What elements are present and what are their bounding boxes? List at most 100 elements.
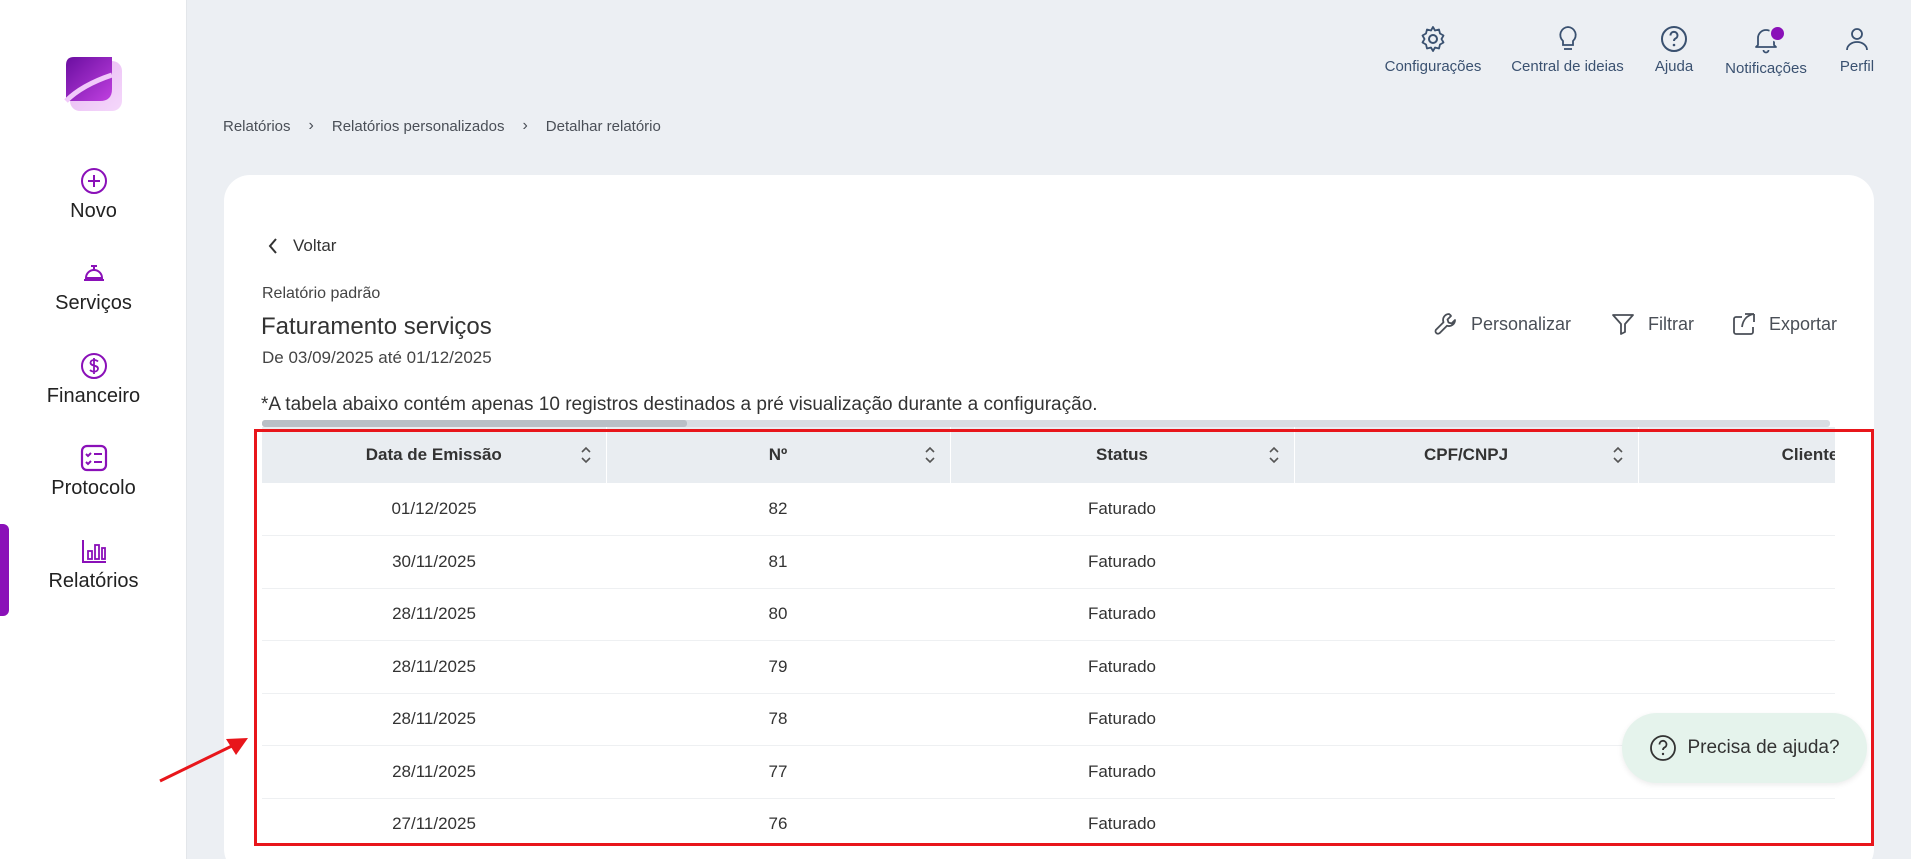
scrollbar-thumb[interactable] bbox=[262, 420, 687, 427]
help-label: Precisa de ajuda? bbox=[1687, 737, 1840, 758]
report-table: Data de Emissão Nº Status CPF/CNPJ Clien… bbox=[262, 427, 1835, 840]
column-header-label: Status bbox=[1096, 445, 1148, 464]
cell-data-emissao: 27/11/2025 bbox=[262, 798, 606, 840]
sidebar-item-label: Protocolo bbox=[51, 477, 136, 499]
cell-numero: 77 bbox=[606, 745, 950, 799]
column-header-numero[interactable]: Nº bbox=[606, 427, 951, 483]
cell-numero: 80 bbox=[606, 588, 950, 641]
cell-cliente bbox=[1638, 798, 1835, 840]
sidebar: Novo Serviços Financeiro Protocolo Relat… bbox=[0, 0, 187, 859]
notification-badge bbox=[1769, 25, 1786, 42]
chevron-right-icon: › bbox=[522, 117, 528, 134]
cell-data-emissao: 28/11/2025 bbox=[262, 588, 606, 641]
table-row[interactable]: 27/11/2025 76 Faturado bbox=[262, 798, 1835, 840]
page-title: Faturamento serviços bbox=[261, 313, 492, 340]
sidebar-item-novo[interactable]: Novo bbox=[0, 166, 187, 223]
chevron-left-icon bbox=[268, 238, 277, 254]
export-button[interactable]: Exportar bbox=[1731, 311, 1837, 337]
cell-numero: 82 bbox=[606, 483, 950, 536]
report-date-range: De 03/09/2025 até 01/12/2025 bbox=[262, 348, 492, 367]
topbar-label: Configurações bbox=[1384, 58, 1482, 75]
breadcrumb-relatorios-personalizados[interactable]: Relatórios personalizados bbox=[332, 118, 505, 135]
cell-cliente bbox=[1638, 588, 1835, 641]
breadcrumb-relatorios[interactable]: Relatórios bbox=[223, 118, 291, 135]
cell-status: Faturado bbox=[950, 588, 1294, 641]
back-label: Voltar bbox=[293, 236, 337, 255]
sidebar-item-label: Novo bbox=[70, 200, 117, 222]
column-header-cliente[interactable]: Cliente bbox=[1638, 427, 1835, 483]
cell-cpf-cnpj bbox=[1294, 588, 1638, 641]
topbar-central-de-ideias[interactable]: Central de ideias bbox=[1510, 24, 1625, 76]
filter-button[interactable]: Filtrar bbox=[1610, 311, 1694, 337]
cell-data-emissao: 28/11/2025 bbox=[262, 693, 606, 746]
sort-icon[interactable] bbox=[1268, 445, 1280, 465]
cell-cpf-cnpj bbox=[1294, 483, 1638, 536]
chevron-right-icon: › bbox=[308, 117, 314, 134]
sidebar-item-protocolo[interactable]: Protocolo bbox=[0, 443, 187, 500]
cell-cpf-cnpj bbox=[1294, 745, 1638, 799]
sidebar-item-label: Relatórios bbox=[48, 570, 139, 592]
cell-numero: 76 bbox=[606, 798, 950, 840]
report-table-container: Data de Emissão Nº Status CPF/CNPJ Clien… bbox=[262, 420, 1835, 840]
cell-numero: 81 bbox=[606, 535, 950, 589]
sidebar-item-servicos[interactable]: Serviços bbox=[0, 258, 187, 315]
table-row[interactable]: 01/12/2025 82 Faturado bbox=[262, 483, 1835, 536]
cell-data-emissao: 28/11/2025 bbox=[262, 640, 606, 694]
table-row[interactable]: 28/11/2025 77 Faturado bbox=[262, 745, 1835, 799]
checklist-icon bbox=[80, 444, 107, 472]
topbar-label: Ajuda bbox=[1654, 58, 1694, 75]
filter-label: Filtrar bbox=[1648, 313, 1694, 334]
sidebar-item-financeiro[interactable]: Financeiro bbox=[0, 351, 187, 408]
wrench-icon bbox=[1434, 313, 1456, 335]
sort-icon[interactable] bbox=[580, 445, 592, 465]
user-icon bbox=[1846, 28, 1868, 51]
column-header-cpf-cnpj[interactable]: CPF/CNPJ bbox=[1294, 427, 1639, 483]
help-chat-button[interactable]: Precisa de ajuda? bbox=[1622, 713, 1867, 783]
table-row[interactable]: 30/11/2025 81 Faturado bbox=[262, 535, 1835, 589]
cell-cpf-cnpj bbox=[1294, 693, 1638, 746]
customize-button[interactable]: Personalizar bbox=[1433, 311, 1571, 337]
cell-status: Faturado bbox=[950, 535, 1294, 589]
cell-status: Faturado bbox=[950, 798, 1294, 840]
sidebar-item-relatorios[interactable]: Relatórios bbox=[0, 536, 187, 593]
share-export-icon bbox=[1733, 313, 1755, 335]
column-header-status[interactable]: Status bbox=[950, 427, 1295, 483]
topbar-label: Notificações bbox=[1725, 60, 1807, 77]
gear-icon bbox=[1421, 26, 1445, 52]
cell-cliente bbox=[1638, 640, 1835, 694]
service-bell-icon bbox=[83, 265, 104, 281]
cell-status: Faturado bbox=[950, 693, 1294, 746]
table-row[interactable]: 28/11/2025 80 Faturado bbox=[262, 588, 1835, 641]
cell-status: Faturado bbox=[950, 745, 1294, 799]
cell-cpf-cnpj bbox=[1294, 640, 1638, 694]
sort-icon[interactable] bbox=[924, 445, 936, 465]
filter-icon bbox=[1612, 314, 1634, 335]
dollar-circle-icon bbox=[80, 353, 107, 379]
help-circle-icon bbox=[1661, 26, 1687, 52]
app-logo[interactable] bbox=[62, 55, 124, 113]
cell-data-emissao: 30/11/2025 bbox=[262, 535, 606, 589]
column-header-label: CPF/CNPJ bbox=[1423, 445, 1509, 464]
preview-notice: *A tabela abaixo contém apenas 10 regist… bbox=[261, 394, 1098, 415]
topbar-ajuda[interactable]: Ajuda bbox=[1650, 24, 1698, 76]
breadcrumb: Relatórios › Relatórios personalizados ›… bbox=[223, 117, 661, 135]
cell-cpf-cnpj bbox=[1294, 798, 1638, 840]
sidebar-item-label: Financeiro bbox=[46, 385, 141, 407]
column-header-data-emissao[interactable]: Data de Emissão bbox=[262, 427, 607, 483]
column-header-label: Nº bbox=[768, 445, 788, 464]
cell-cliente bbox=[1638, 535, 1835, 589]
horizontal-scrollbar[interactable] bbox=[262, 420, 1830, 427]
topbar-notificacoes[interactable]: Notificações bbox=[1720, 24, 1812, 77]
table-header-row: Data de Emissão Nº Status CPF/CNPJ Clien… bbox=[262, 427, 1835, 483]
table-row[interactable]: 28/11/2025 78 Faturado bbox=[262, 693, 1835, 746]
table-row[interactable]: 28/11/2025 79 Faturado bbox=[262, 640, 1835, 694]
topbar-configuracoes[interactable]: Configurações bbox=[1384, 24, 1482, 76]
help-circle-icon bbox=[1650, 735, 1677, 761]
cell-cliente bbox=[1638, 483, 1835, 536]
cell-data-emissao: 28/11/2025 bbox=[262, 745, 606, 799]
sort-icon[interactable] bbox=[1612, 445, 1624, 465]
back-button[interactable]: Voltar bbox=[267, 236, 336, 256]
column-header-label: Cliente bbox=[1781, 445, 1835, 464]
topbar-perfil[interactable]: Perfil bbox=[1830, 24, 1884, 76]
cell-numero: 78 bbox=[606, 693, 950, 746]
